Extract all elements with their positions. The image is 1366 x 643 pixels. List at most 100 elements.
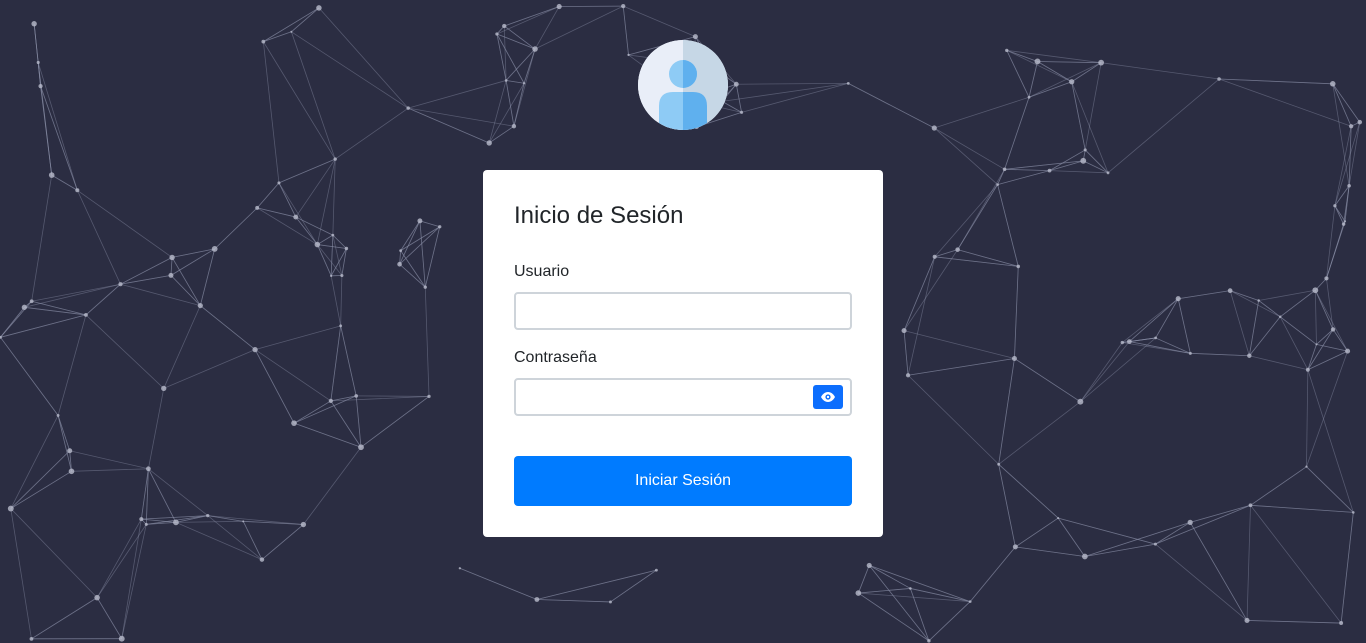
username-field-wrap <box>514 292 852 330</box>
network-line <box>242 521 263 560</box>
network-node <box>290 30 293 33</box>
network-line <box>10 508 98 598</box>
network-node <box>846 81 850 85</box>
network-line <box>1071 81 1109 173</box>
network-node <box>1012 544 1018 550</box>
network-node <box>532 46 538 52</box>
network-node <box>1016 264 1021 269</box>
network-line <box>1326 221 1346 279</box>
network-line <box>360 396 430 448</box>
network-line <box>1071 81 1086 150</box>
network-line <box>96 597 123 639</box>
network-line <box>997 169 1005 185</box>
network-line <box>85 314 165 389</box>
network-node <box>1315 343 1318 346</box>
network-node <box>206 513 210 518</box>
toggle-password-button[interactable] <box>813 385 843 409</box>
network-line <box>1006 49 1102 64</box>
network-line <box>503 25 536 50</box>
network-node <box>331 233 335 237</box>
network-line <box>909 588 930 641</box>
network-node <box>84 312 88 317</box>
network-node <box>1324 276 1329 281</box>
network-line <box>295 216 318 245</box>
network-node <box>458 567 461 570</box>
network-line <box>399 220 421 265</box>
network-line <box>934 127 998 185</box>
network-line <box>330 400 362 448</box>
network-node <box>1188 351 1192 355</box>
network-node <box>621 3 626 9</box>
network-line <box>1006 50 1072 83</box>
network-line <box>175 522 263 560</box>
network-node <box>1187 519 1193 525</box>
network-line <box>1107 78 1220 174</box>
network-line <box>969 546 1016 602</box>
network-node <box>358 444 364 451</box>
network-line <box>69 450 149 470</box>
network-line <box>1334 122 1361 206</box>
network-node <box>1047 168 1052 173</box>
network-line <box>57 415 71 451</box>
network-node <box>996 183 999 186</box>
network-line <box>71 468 149 472</box>
network-line <box>1080 337 1156 402</box>
network-line <box>424 287 430 397</box>
password-input[interactable] <box>516 380 850 414</box>
network-node <box>252 346 258 353</box>
network-line <box>1155 337 1191 354</box>
network-line <box>10 450 70 509</box>
network-node <box>955 247 960 252</box>
network-node <box>1312 287 1319 294</box>
network-line <box>1229 290 1250 356</box>
network-node <box>211 246 218 252</box>
network-node <box>423 285 427 289</box>
password-field-wrap <box>514 378 852 416</box>
network-line <box>534 6 560 50</box>
network-line <box>1314 290 1317 345</box>
network-line <box>1249 355 1308 371</box>
network-line <box>340 275 343 326</box>
network-node <box>1175 296 1181 302</box>
network-node <box>118 282 123 287</box>
network-node <box>1247 353 1252 358</box>
network-line <box>1258 289 1316 301</box>
network-line <box>736 82 849 85</box>
network-node <box>1305 465 1308 468</box>
network-line <box>1190 504 1251 523</box>
network-node <box>314 241 321 248</box>
network-node <box>1098 59 1105 66</box>
network-line <box>903 330 909 376</box>
network-line <box>997 184 1019 267</box>
login-submit-button[interactable]: Iniciar Sesión <box>514 456 852 506</box>
network-node <box>38 84 43 89</box>
network-node <box>609 600 612 604</box>
network-line <box>1246 620 1342 624</box>
network-line <box>171 257 201 306</box>
network-line <box>408 107 490 144</box>
network-node <box>259 557 265 562</box>
network-line <box>0 300 32 338</box>
network-node <box>901 328 907 334</box>
network-node <box>48 172 55 178</box>
network-line <box>1155 504 1251 545</box>
network-line <box>120 283 201 306</box>
network-line <box>957 249 1019 267</box>
network-node <box>1227 288 1233 294</box>
network-line <box>1332 83 1352 127</box>
network-node <box>997 462 1001 466</box>
network-line <box>419 220 426 288</box>
network-line <box>291 31 409 109</box>
network-line <box>1340 512 1354 624</box>
network-node <box>168 272 174 278</box>
network-line <box>1334 205 1344 225</box>
network-line <box>997 170 1050 185</box>
network-line <box>1229 290 1281 318</box>
network-line <box>998 358 1015 465</box>
network-line <box>1101 62 1220 80</box>
network-node <box>197 303 203 309</box>
network-node <box>1349 124 1354 129</box>
network-line <box>33 23 39 63</box>
network-node <box>1345 348 1351 354</box>
username-input[interactable] <box>516 294 850 328</box>
